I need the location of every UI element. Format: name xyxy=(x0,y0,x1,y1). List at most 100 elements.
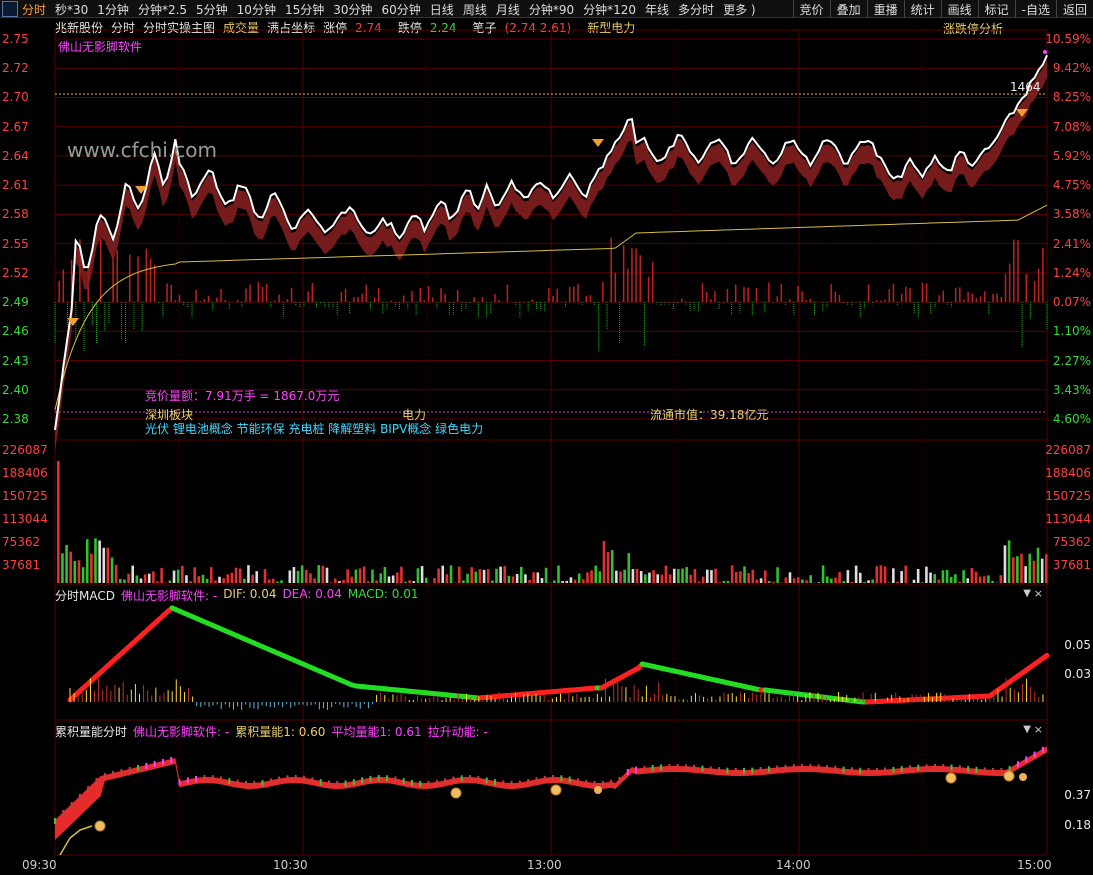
volume-bar xyxy=(172,570,176,583)
price-tick: 2.38 xyxy=(2,412,29,426)
price-tick: 2.64 xyxy=(2,148,29,163)
volume-bar xyxy=(991,580,994,583)
volume-bar xyxy=(201,574,205,583)
volume-bar xyxy=(970,567,974,583)
macd-close-icon[interactable]: × xyxy=(1034,587,1043,600)
intraday-chart[interactable] xyxy=(0,0,1093,875)
volume-bar xyxy=(106,547,110,583)
volume-bar xyxy=(677,569,680,583)
volume-bar xyxy=(371,569,374,583)
volume-bar xyxy=(420,566,424,583)
volume-bar xyxy=(648,572,651,583)
volume-bar xyxy=(441,565,445,583)
volume-bar xyxy=(1028,553,1032,583)
volume-bar xyxy=(768,581,771,583)
volume-bar xyxy=(763,570,767,583)
volume-bar xyxy=(594,565,598,583)
volume-bar xyxy=(962,570,965,583)
volume-bar xyxy=(470,567,473,583)
volume-tick: 150725 xyxy=(1045,489,1091,503)
volume-bar xyxy=(321,565,325,583)
volume-bar xyxy=(230,572,234,583)
volume-bar xyxy=(197,576,201,583)
energy-dropdown-icon[interactable]: ▼ xyxy=(1023,724,1031,735)
volume-bar xyxy=(222,578,225,583)
macd-title[interactable]: 分时MACD xyxy=(55,587,115,604)
energy-avg1: 平均量能1: 0.61 xyxy=(331,725,422,739)
macd-dif: DIF: 0.04 xyxy=(223,587,277,601)
volume-bar xyxy=(433,578,436,583)
percent-tick: 2.27% xyxy=(1052,353,1091,368)
volume-bar xyxy=(507,575,511,583)
volume-tick: 150725 xyxy=(2,489,48,503)
volume-bar xyxy=(511,576,515,583)
price-tick: 2.67 xyxy=(2,119,29,134)
macd-axis-003: 0.03 xyxy=(1064,667,1091,681)
volume-bar xyxy=(375,580,378,583)
volume-bar xyxy=(292,567,296,583)
volume-bar xyxy=(672,568,676,583)
energy-title[interactable]: 累积量能分时 xyxy=(55,723,127,740)
volume-bar xyxy=(280,580,283,583)
volume-bar xyxy=(635,568,639,583)
volume-bar xyxy=(978,576,982,583)
price-tick: 2.52 xyxy=(2,265,29,280)
volume-bar xyxy=(701,576,705,583)
volume-bar xyxy=(697,581,701,583)
price-tick: 2.61 xyxy=(2,178,29,193)
volume-bar xyxy=(1024,566,1027,583)
volume-bar xyxy=(776,567,779,583)
volume-bar xyxy=(238,568,242,583)
volume-bar xyxy=(205,578,209,583)
price-tick: 2.43 xyxy=(2,353,29,368)
volume-bar xyxy=(317,565,321,583)
volume-bar xyxy=(685,567,688,583)
volume-bar xyxy=(160,568,163,583)
volume-bar xyxy=(565,580,569,583)
volume-bar xyxy=(987,575,990,583)
volume-tick: 75362 xyxy=(1052,535,1091,549)
macd-dropdown-icon[interactable]: ▼ xyxy=(1023,588,1031,599)
volume-bar xyxy=(999,575,1003,583)
volume-bar xyxy=(271,578,275,583)
high-marker-value: 1464 xyxy=(1010,80,1041,94)
price-tick: 2.40 xyxy=(2,382,29,397)
time-label-1500: 15:00 xyxy=(1017,858,1052,872)
volume-tick: 113044 xyxy=(1045,512,1091,526)
volume-bar xyxy=(139,578,143,583)
percent-tick: 9.42% xyxy=(1052,61,1091,76)
energy-close-icon[interactable]: × xyxy=(1034,723,1043,736)
volume-bar xyxy=(788,572,792,583)
volume-bar xyxy=(974,571,978,583)
volume-bar xyxy=(466,573,469,583)
volume-bar xyxy=(276,581,279,583)
volume-bar xyxy=(693,569,697,583)
volume-bar xyxy=(176,569,180,583)
volume-bar xyxy=(424,577,428,583)
volume-bar xyxy=(809,575,812,583)
volume-bar xyxy=(81,567,85,583)
volume-bar xyxy=(631,569,635,583)
volume-bar xyxy=(644,574,647,583)
volume-bar xyxy=(706,569,709,583)
volume-bar xyxy=(404,581,407,583)
volume-bar xyxy=(689,574,693,583)
money-bag-icon xyxy=(1003,770,1015,782)
signal-marker-icon xyxy=(592,139,604,147)
volume-bar xyxy=(391,575,395,583)
volume-bar xyxy=(445,574,449,583)
volume-bar xyxy=(214,580,217,583)
volume-bar xyxy=(478,569,482,583)
percent-tick: 2.41% xyxy=(1052,236,1091,251)
volume-bar xyxy=(515,573,519,583)
volume-bar xyxy=(61,553,64,583)
volume-bar xyxy=(288,570,292,583)
volume-bar xyxy=(739,571,742,583)
price-tick: 2.72 xyxy=(2,61,29,76)
volume-bar xyxy=(57,461,60,583)
volume-bar xyxy=(883,566,887,583)
volume-bar xyxy=(499,566,502,583)
volume-bar xyxy=(482,569,486,583)
volume-bar xyxy=(854,565,858,583)
volume-bar xyxy=(524,574,527,583)
